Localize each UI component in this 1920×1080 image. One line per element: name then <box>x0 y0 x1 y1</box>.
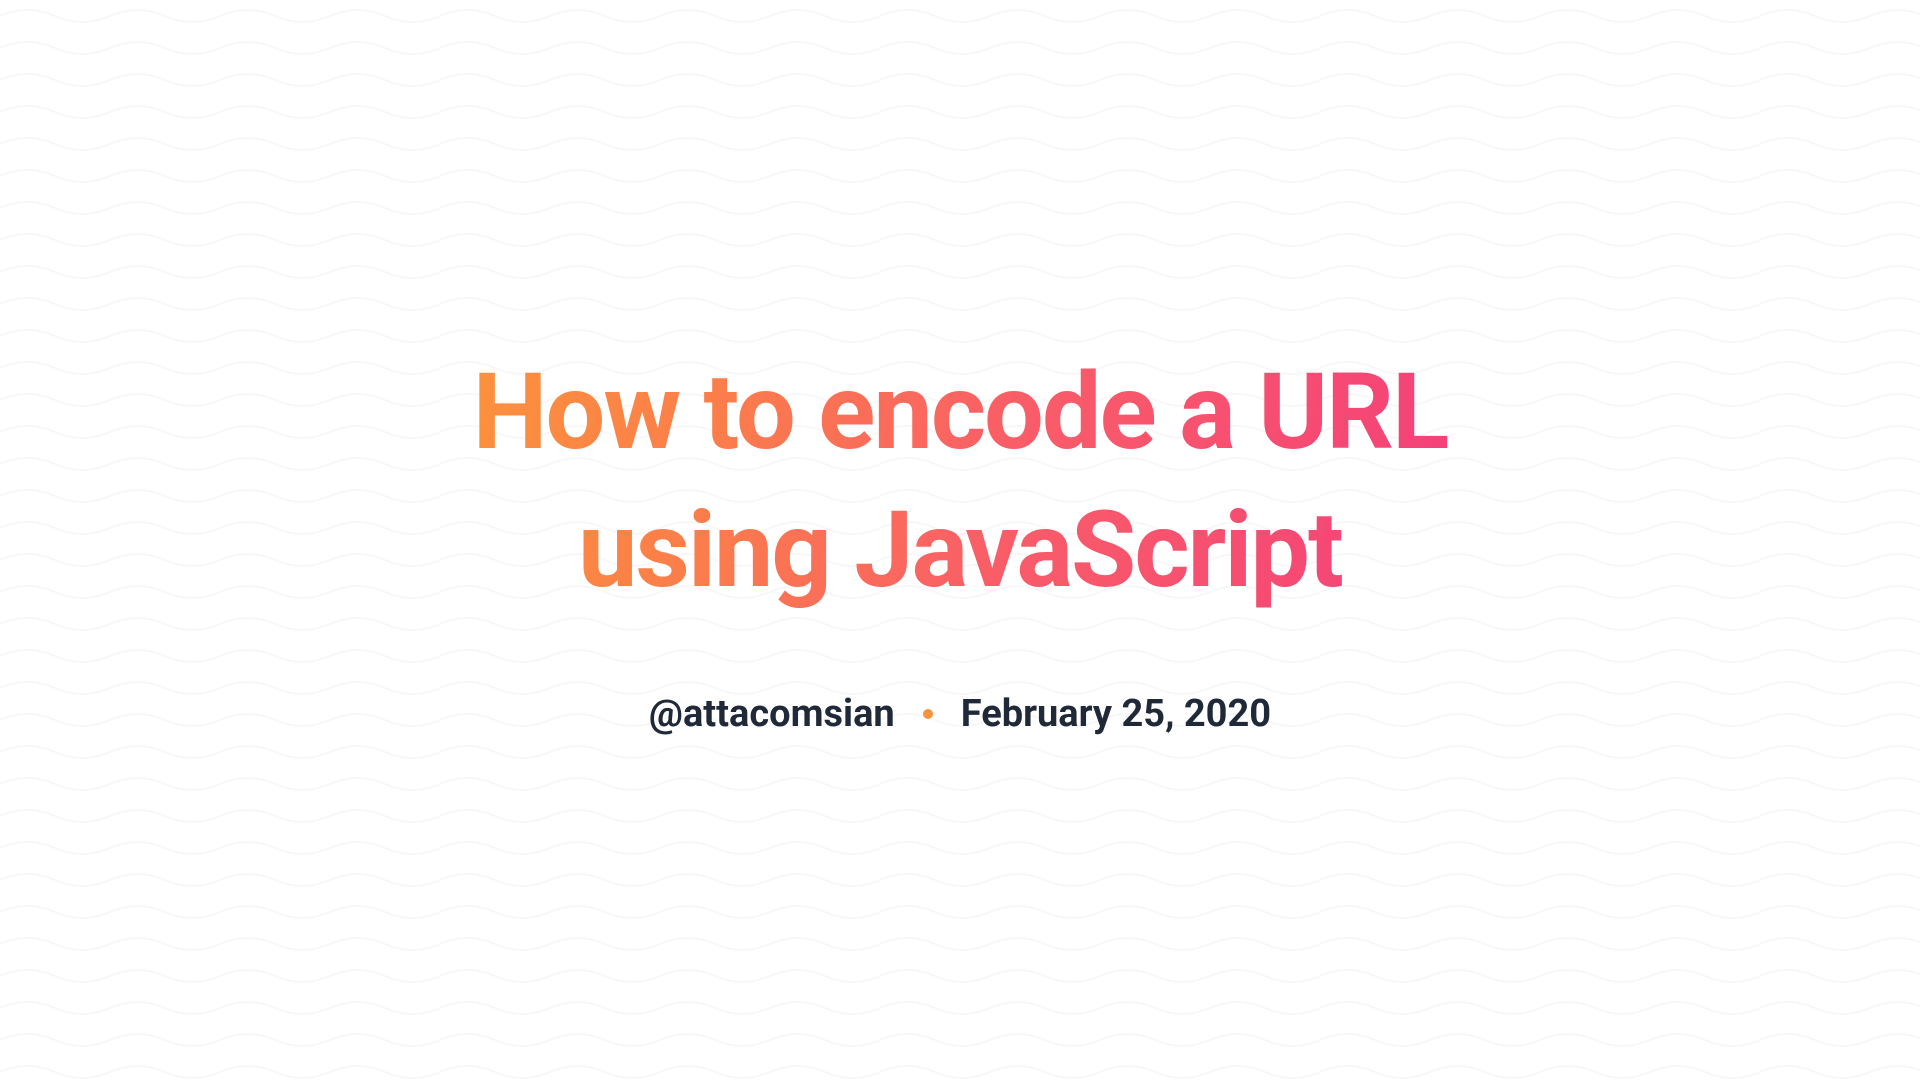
author-handle: @attacomsian <box>649 692 895 736</box>
separator-dot-icon <box>923 709 933 719</box>
content-container: How to encode a URL using JavaScript @at… <box>460 344 1460 736</box>
publish-date: February 25, 2020 <box>961 692 1271 736</box>
meta-row: @attacomsian February 25, 2020 <box>649 692 1271 736</box>
page-title: How to encode a URL using JavaScript <box>460 344 1460 620</box>
